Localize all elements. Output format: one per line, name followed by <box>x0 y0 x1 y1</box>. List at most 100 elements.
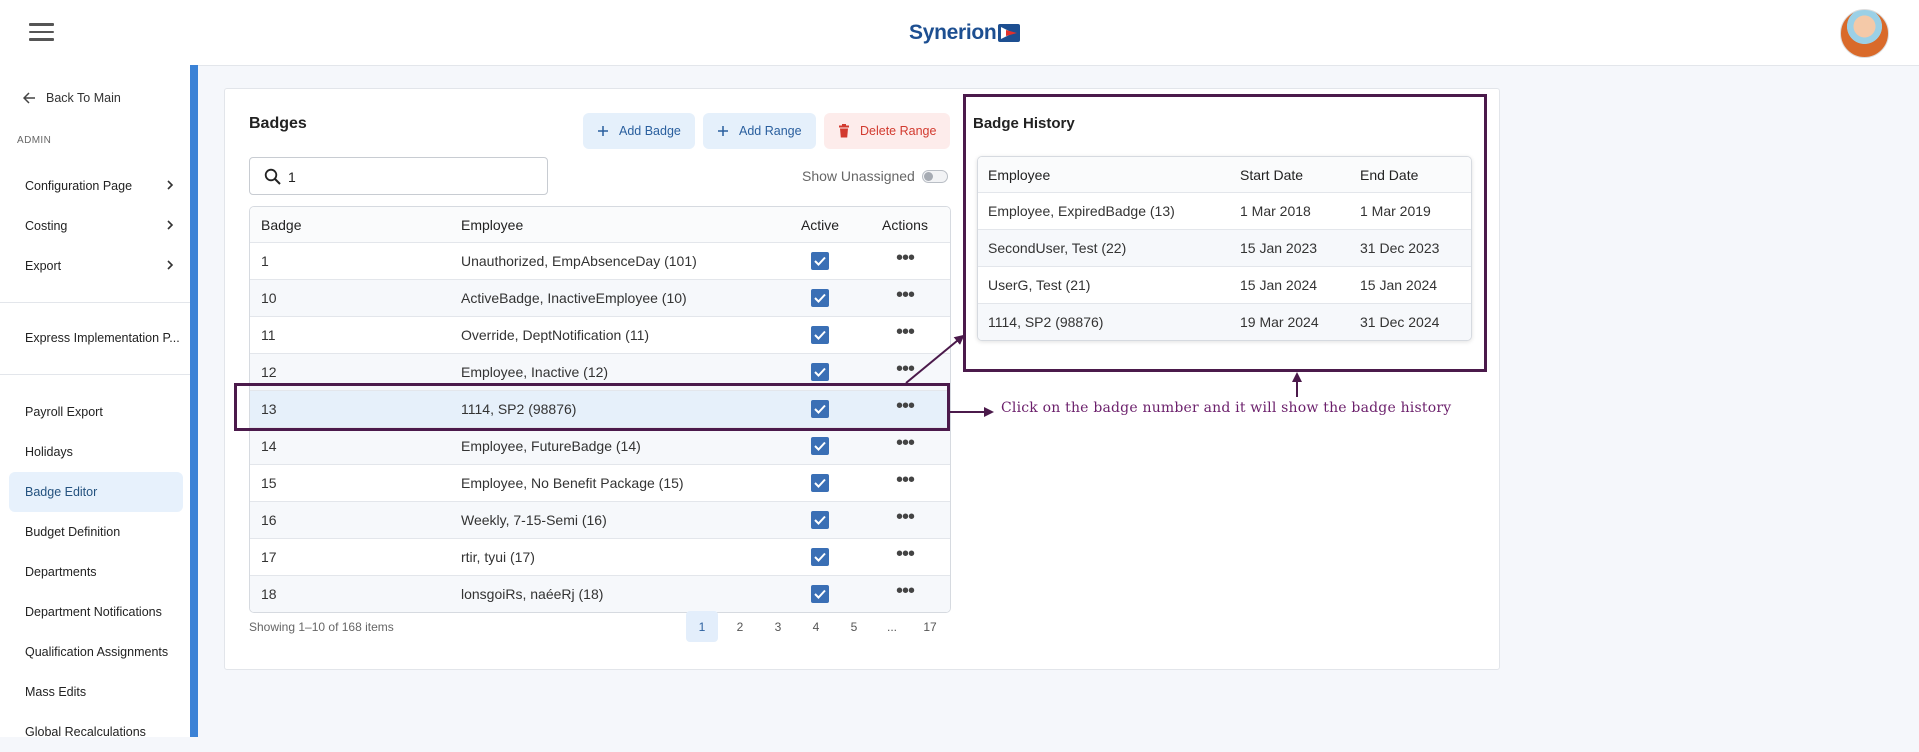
plus-icon <box>598 126 608 136</box>
active-cell <box>780 576 860 612</box>
checkmark-icon <box>814 478 826 488</box>
app-logo[interactable]: Synerion <box>909 18 1021 48</box>
badges-table: Badge Employee Active Actions 1 Unauthori… <box>249 206 951 613</box>
table-row[interactable]: 16 Weekly, 7-15-Semi (16) ••• <box>250 502 950 539</box>
employee-cell: Employee, Inactive (12) <box>461 364 609 380</box>
checkmark-icon <box>814 367 826 377</box>
pagination: 1 2 3 4 5... 17 <box>686 611 952 642</box>
table-row[interactable]: 14 Employee, FutureBadge (14) ••• <box>250 428 950 465</box>
sidebar-item-express-implementation[interactable]: Express Implementation P... <box>9 318 183 358</box>
badge-number-cell[interactable]: 12 <box>261 354 277 390</box>
badge-number-cell[interactable]: 15 <box>261 465 277 501</box>
table-row[interactable]: 15 Employee, No Benefit Package (15) ••• <box>250 465 950 502</box>
more-actions-icon[interactable]: ••• <box>896 433 915 453</box>
page-button[interactable]: 5 <box>838 611 870 642</box>
history-header-row: Employee Start Date End Date <box>978 157 1471 193</box>
sidebar-item-qualification-assignments[interactable]: Qualification Assignments <box>9 632 183 672</box>
badge-number-cell[interactable]: 10 <box>261 280 277 316</box>
sidebar-item-global-recalculations[interactable]: Global Recalculations <box>9 712 183 752</box>
delete-range-label: Delete Range <box>860 124 937 138</box>
actions-cell: ••• <box>860 539 950 575</box>
table-row[interactable]: 17 rtir, tyui (17) ••• <box>250 539 950 576</box>
active-cell <box>780 428 860 464</box>
more-actions-icon[interactable]: ••• <box>896 470 915 490</box>
user-avatar[interactable] <box>1840 9 1889 58</box>
add-range-button[interactable]: Add Range <box>703 113 816 149</box>
active-checkbox[interactable] <box>811 400 829 418</box>
active-checkbox[interactable] <box>811 326 829 344</box>
history-row: Employee, ExpiredBadge (13) 1 Mar 2018 1 M… <box>978 193 1471 230</box>
actions-cell: ••• <box>860 354 950 390</box>
search-field[interactable] <box>249 157 548 195</box>
checkmark-icon <box>814 293 826 303</box>
history-employee-cell: UserG, Test (21) <box>988 277 1091 293</box>
more-actions-icon[interactable]: ••• <box>896 322 915 342</box>
sidebar: Back To Main ADMIN Configuration Page Co… <box>0 65 198 739</box>
table-row[interactable]: 10 ActiveBadge, InactiveEmployee (10) ••• <box>250 280 950 317</box>
table-row[interactable]: 11 Override, DeptNotification (11) ••• <box>250 317 950 354</box>
badge-number-cell[interactable]: 1 <box>261 243 269 279</box>
more-actions-icon[interactable]: ••• <box>896 544 915 564</box>
more-actions-icon[interactable]: ••• <box>896 581 915 601</box>
more-actions-icon[interactable]: ••• <box>896 507 915 527</box>
page-button[interactable]: 2 <box>724 611 756 642</box>
table-row[interactable]: 18 lonsgoiRs, naéeRj (18) ••• <box>250 576 950 612</box>
delete-range-button[interactable]: Delete Range <box>824 113 951 149</box>
add-badge-button[interactable]: Add Badge <box>583 113 695 149</box>
sidebar-item-budget-definition[interactable]: Budget Definition <box>9 512 183 552</box>
active-checkbox[interactable] <box>811 474 829 492</box>
badge-history-title: Badge History <box>973 115 1075 132</box>
sidebar-item-badge-editor[interactable]: Badge Editor <box>9 472 183 512</box>
sidebar-item-label: Mass Edits <box>25 685 87 699</box>
more-actions-icon[interactable]: ••• <box>896 359 915 379</box>
history-row: SecondUser, Test (22) 15 Jan 2023 31 Dec 2… <box>978 230 1471 267</box>
show-unassigned-toggle[interactable] <box>922 170 948 183</box>
sidebar-item-holidays[interactable]: Holidays <box>9 432 183 472</box>
sidebar-divider <box>0 302 190 303</box>
toggle-knob <box>924 172 933 181</box>
active-checkbox[interactable] <box>811 363 829 381</box>
back-to-main-link[interactable]: Back To Main <box>23 91 121 105</box>
admin-section-label: ADMIN <box>17 135 52 146</box>
active-checkbox[interactable] <box>811 252 829 270</box>
sidebar-item-label: Costing <box>25 219 68 233</box>
sidebar-item-label: Holidays <box>25 445 73 459</box>
table-row[interactable]: 13 1114, SP2 (98876) ••• <box>250 391 950 428</box>
column-header-actions: Actions <box>882 216 928 233</box>
more-actions-icon[interactable]: ••• <box>896 285 915 305</box>
page-button[interactable]: 17 <box>914 611 946 642</box>
history-end-date-cell: 15 Jan 2024 <box>1360 277 1438 293</box>
sidebar-item-export[interactable]: Export <box>9 246 183 286</box>
active-checkbox[interactable] <box>811 511 829 529</box>
search-input[interactable] <box>286 166 530 188</box>
more-actions-icon[interactable]: ••• <box>896 248 915 268</box>
history-start-date-cell: 15 Jan 2023 <box>1240 240 1318 256</box>
badge-number-cell[interactable]: 13 <box>261 391 277 427</box>
badge-number-cell[interactable]: 14 <box>261 428 277 464</box>
table-row[interactable]: 1 Unauthorized, EmpAbsenceDay (101) ••• <box>250 243 950 280</box>
sidebar-item-department-notifications[interactable]: Department Notifications <box>9 592 183 632</box>
badge-number-cell[interactable]: 17 <box>261 539 277 575</box>
table-row[interactable]: 12 Employee, Inactive (12) ••• <box>250 354 950 391</box>
badge-number-cell[interactable]: 11 <box>261 317 276 353</box>
column-header-badge[interactable]: Badge <box>261 207 301 242</box>
active-checkbox[interactable] <box>811 289 829 307</box>
page-button[interactable]: 4 <box>800 611 832 642</box>
column-header-employee[interactable]: Employee <box>461 207 523 242</box>
active-checkbox[interactable] <box>811 585 829 603</box>
sidebar-item-departments[interactable]: Departments <box>9 552 183 592</box>
active-checkbox[interactable] <box>811 548 829 566</box>
active-checkbox[interactable] <box>811 437 829 455</box>
sidebar-item-mass-edits[interactable]: Mass Edits <box>9 672 183 712</box>
page-button[interactable]: 3 <box>762 611 794 642</box>
page-button[interactable]: 1 <box>686 611 718 642</box>
sidebar-item-configuration-page[interactable]: Configuration Page <box>9 166 183 206</box>
active-cell <box>780 317 860 353</box>
hamburger-icon[interactable] <box>29 23 54 41</box>
sidebar-item-payroll-export[interactable]: Payroll Export <box>9 392 183 432</box>
add-range-label: Add Range <box>739 124 802 138</box>
badge-number-cell[interactable]: 16 <box>261 502 277 538</box>
badge-number-cell[interactable]: 18 <box>261 576 277 612</box>
more-actions-icon[interactable]: ••• <box>896 396 915 416</box>
sidebar-item-costing[interactable]: Costing <box>9 206 183 246</box>
